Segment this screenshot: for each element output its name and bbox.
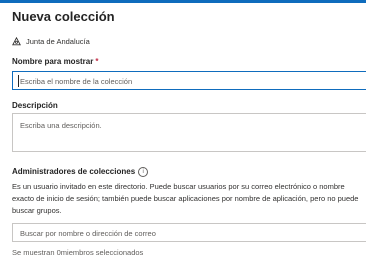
- display-name-label: Nombre para mostrar *: [12, 57, 98, 66]
- info-icon[interactable]: i: [138, 167, 149, 177]
- display-name-input[interactable]: Escriba el nombre de la colección: [12, 71, 366, 90]
- description-textarea[interactable]: Escriba una descripción.: [12, 113, 366, 152]
- panel-title: Nueva colección: [12, 9, 115, 24]
- admins-search-placeholder: Buscar por nombre o dirección de correo: [20, 229, 156, 238]
- display-name-label-text: Nombre para mostrar: [12, 57, 94, 66]
- admins-label-text: Administradores de colecciones: [12, 167, 136, 176]
- display-name-placeholder: Escriba el nombre de la colección: [20, 77, 133, 86]
- required-marker: *: [95, 57, 99, 66]
- selected-members-count: Se muestran 0miembros seleccionados: [12, 248, 144, 257]
- description-placeholder: Escriba una descripción.: [20, 121, 102, 130]
- text-caret: [18, 75, 19, 87]
- organization-name: Junta de Andalucía: [26, 37, 90, 46]
- accent-bar: [0, 0, 366, 3]
- admins-help-text: Es un usuario invitado en este directori…: [12, 182, 359, 215]
- organization-icon: [12, 37, 21, 46]
- organization: Junta de Andalucía: [12, 37, 90, 46]
- admins-search-input[interactable]: Buscar por nombre o dirección de correo: [12, 223, 366, 242]
- description-label: Descripción: [12, 101, 58, 110]
- admins-label: Administradores de colecciones i: [12, 167, 149, 177]
